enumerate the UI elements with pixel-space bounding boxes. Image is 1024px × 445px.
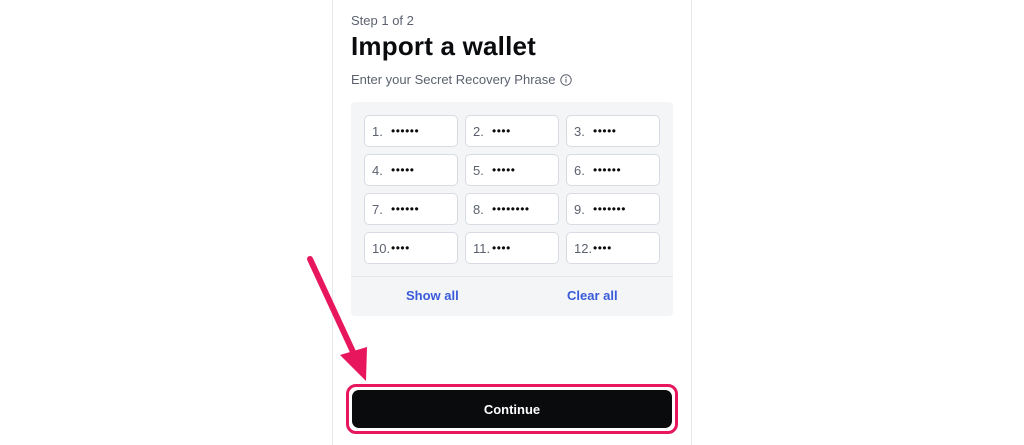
clear-all-button[interactable]: Clear all — [567, 288, 618, 303]
phrase-word-field[interactable]: 8. •••••••• — [465, 193, 559, 225]
word-mask: •••••• — [391, 124, 420, 138]
word-number: 8. — [473, 201, 484, 217]
word-mask: ••••••• — [593, 202, 626, 216]
word-number: 12. — [574, 240, 593, 256]
phrase-word-field[interactable]: 5. ••••• — [465, 154, 559, 186]
word-number: 6. — [574, 162, 585, 178]
phrase-word-field[interactable]: 4. ••••• — [364, 154, 458, 186]
word-mask: •••••••• — [492, 202, 530, 216]
phrase-word-field[interactable]: 1. •••••• — [364, 115, 458, 147]
word-mask: ••••• — [492, 163, 516, 177]
info-circle-icon[interactable] — [560, 73, 573, 86]
page-title: Import a wallet — [351, 31, 537, 61]
word-number: 7. — [372, 201, 383, 217]
word-number: 1. — [372, 123, 383, 139]
phrase-word-field[interactable]: 2. •••• — [465, 115, 559, 147]
word-mask: •••• — [593, 241, 612, 255]
phrase-word-field[interactable]: 11. •••• — [465, 232, 559, 264]
recovery-phrase-box: 1. •••••• 2. •••• 3. ••••• 4. ••••• 5. ••••• … — [351, 102, 673, 316]
word-mask: •••••• — [391, 202, 420, 216]
phrase-word-field[interactable]: 6. •••••• — [566, 154, 660, 186]
phrase-word-field[interactable]: 12. •••• — [566, 232, 660, 264]
phrase-actions: Show all Clear all — [351, 288, 673, 308]
word-mask: ••••• — [593, 124, 617, 138]
annotation-arrow-icon — [307, 256, 367, 381]
word-number: 4. — [372, 162, 383, 178]
word-mask: ••••• — [391, 163, 415, 177]
word-number: 9. — [574, 201, 585, 217]
word-mask: •••• — [391, 241, 410, 255]
word-number: 2. — [473, 123, 484, 139]
word-mask: •••• — [492, 241, 511, 255]
divider — [351, 276, 673, 277]
phrase-word-field[interactable]: 7. •••••• — [364, 193, 458, 225]
word-mask: •••• — [492, 124, 511, 138]
subtitle-text: Enter your Secret Recovery Phrase — [351, 72, 556, 87]
phrase-word-field[interactable]: 3. ••••• — [566, 115, 660, 147]
word-number: 5. — [473, 162, 484, 178]
subtitle: Enter your Secret Recovery Phrase — [351, 72, 573, 87]
word-number: 3. — [574, 123, 585, 139]
phrase-word-field[interactable]: 9. ••••••• — [566, 193, 660, 225]
step-indicator: Step 1 of 2 — [351, 13, 414, 28]
show-all-button[interactable]: Show all — [406, 288, 459, 303]
word-mask: •••••• — [593, 163, 622, 177]
phrase-grid: 1. •••••• 2. •••• 3. ••••• 4. ••••• 5. ••••• … — [364, 115, 660, 264]
word-number: 11. — [473, 240, 491, 256]
continue-button[interactable]: Continue — [352, 390, 672, 428]
